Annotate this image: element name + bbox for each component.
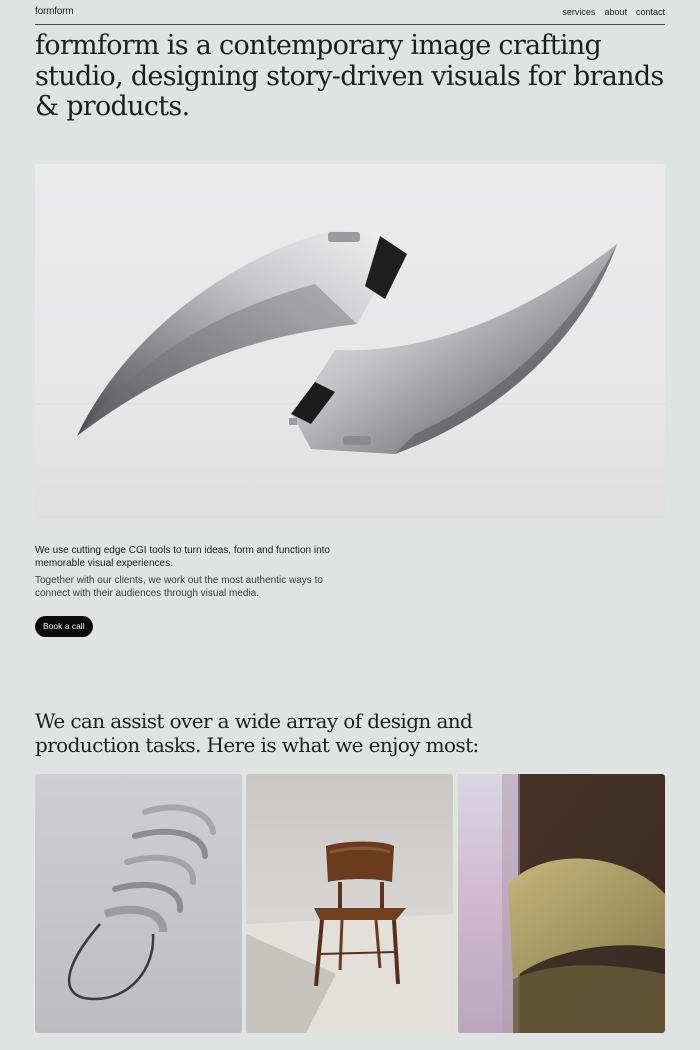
- intro-body: Together with our clients, we work out t…: [35, 575, 323, 599]
- services-title: We can assist over a wide array of desig…: [35, 709, 479, 757]
- nav-link-about[interactable]: about: [604, 7, 627, 17]
- nav-links: services about contact: [562, 7, 665, 17]
- service-card-set-design[interactable]: [458, 774, 665, 1033]
- nav-link-services[interactable]: services: [562, 7, 595, 17]
- intro-lead: We use cutting edge CGI tools to turn id…: [35, 545, 330, 569]
- book-a-call-button[interactable]: Book a call: [35, 616, 93, 637]
- service-card-product-visualization[interactable]: [35, 774, 242, 1033]
- nav-link-contact[interactable]: contact: [636, 7, 665, 17]
- top-nav: formform services about contact: [35, 6, 665, 25]
- logo[interactable]: formform: [35, 6, 74, 17]
- hero-image: [35, 164, 665, 519]
- hero-title: formform is a contemporary image craftin…: [35, 30, 664, 122]
- services-cards: [35, 774, 665, 1034]
- service-card-stills-animation[interactable]: [246, 774, 453, 1033]
